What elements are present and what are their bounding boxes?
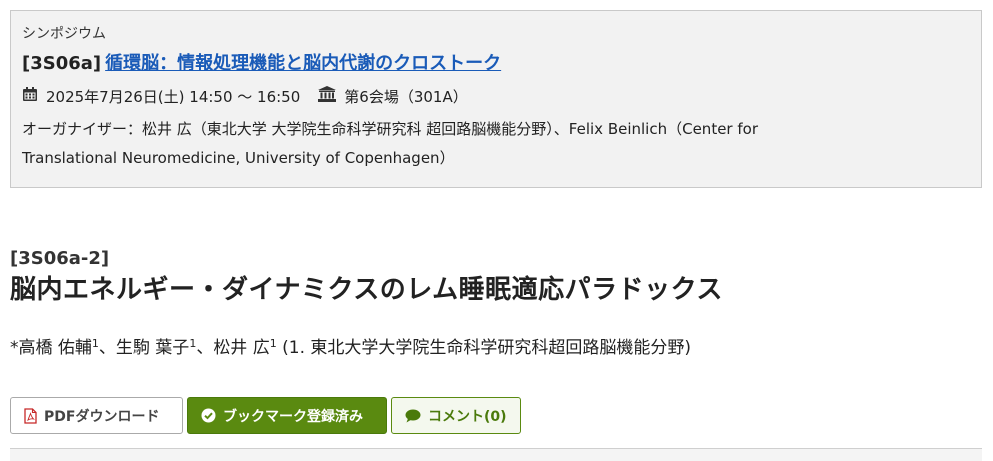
comment-label: コメント(0) (428, 408, 507, 425)
action-buttons: PDFダウンロード ブックマーク登録済み コメント(0) (10, 397, 521, 434)
session-organizers: オーガナイザー：松井 広（東北大学 大学院生命科学研究科 超回路脳機能分野）、F… (22, 115, 967, 173)
next-section-edge (10, 449, 982, 461)
bookmark-button[interactable]: ブックマーク登録済み (187, 397, 387, 434)
author-list: *高橋 佑輔1、生駒 葉子1、松井 広1 (1. 東北大学大学院生命科学研究科超… (10, 336, 691, 360)
author-affiliation-mark: 1 (269, 337, 277, 350)
author-name: 松井 広 (213, 338, 270, 358)
session-venue: 第6会場（301A） (318, 86, 468, 108)
author-separator: 、 (98, 338, 116, 358)
author-affiliation-mark: 1 (189, 337, 197, 350)
calendar-icon (22, 86, 38, 108)
presentation-code: [3S06a-2] (10, 248, 110, 269)
session-datetime: 2025年7月26日(土) 14:50 〜 16:50 (46, 88, 301, 106)
comment-icon (405, 409, 421, 423)
comment-button[interactable]: コメント(0) (391, 397, 521, 434)
check-circle-icon (201, 408, 216, 423)
institution-icon (318, 86, 337, 108)
session-title-link[interactable]: 循環脳：情報処理機能と脳内代謝のクロストーク (105, 53, 501, 74)
author-affiliations: (1. 東北大学大学院生命科学研究科超回路脳機能分野) (276, 338, 692, 358)
pdf-download-label: PDFダウンロード (44, 408, 160, 425)
organizer-line-2: Translational Neuromedicine, University … (22, 149, 455, 167)
session-type: シンポジウム (22, 26, 106, 42)
file-pdf-icon (24, 407, 37, 424)
session-code: [3S06a] (22, 53, 102, 74)
session-info-box: シンポジウム [3S06a] 循環脳：情報処理機能と脳内代謝のクロストーク 202… (10, 10, 982, 188)
organizer-line-1: オーガナイザー：松井 広（東北大学 大学院生命科学研究科 超回路脳機能分野）、F… (22, 120, 758, 138)
session-title-row: [3S06a] 循環脳：情報処理機能と脳内代謝のクロストーク (22, 52, 970, 76)
presentation-title: 脳内エネルギー・ダイナミクスのレム睡眠適応パラドックス (10, 275, 723, 305)
session-venue-text: 第6会場（301A） (344, 88, 468, 106)
author-name: 生駒 葉子 (115, 338, 190, 358)
session-meta: 2025年7月26日(土) 14:50 〜 16:50 第6会場（301A） (22, 86, 970, 108)
bookmark-label: ブックマーク登録済み (223, 408, 363, 425)
pdf-download-button[interactable]: PDFダウンロード (10, 397, 183, 434)
author-affiliation-mark: 1 (91, 337, 99, 350)
author-name: *高橋 佑輔 (10, 338, 92, 358)
author-separator: 、 (196, 338, 214, 358)
